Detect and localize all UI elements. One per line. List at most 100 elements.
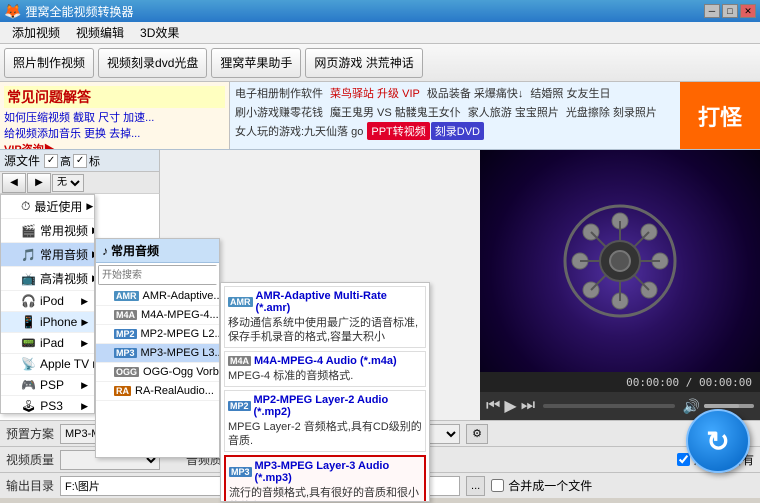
banner-dvd[interactable]: 刻录DVD <box>431 122 484 140</box>
faq-link-2[interactable]: 给视频添加音乐 更换 去掉... <box>4 126 225 142</box>
detail-mp3-badge: MP3 <box>229 467 252 477</box>
menu-add-video[interactable]: 添加视频 <box>4 22 68 43</box>
menu-video-edit[interactable]: 视频编辑 <box>68 22 132 43</box>
checkbox-high[interactable]: ✓ <box>44 154 58 168</box>
toolbar-apple-helper[interactable]: 狸窝苹果助手 <box>211 48 301 78</box>
play-button[interactable]: ▶ <box>504 396 516 416</box>
detail-mp2-title: MP2-MPEG Layer-2 Audio (*.mp2) <box>254 394 422 418</box>
nav-next[interactable]: ▶ <box>27 173 51 193</box>
progress-bar[interactable] <box>543 404 674 408</box>
banner-ad-0[interactable]: 电子相册制作软件 <box>232 84 326 102</box>
ipad-icon: 📟 <box>21 336 36 350</box>
ps3-icon: 🕹 <box>21 399 36 413</box>
detail-mp2[interactable]: MP2 MP2-MPEG Layer-2 Audio (*.mp2) MPEG … <box>224 390 426 452</box>
device-ipod[interactable]: 🎧 iPod ▶ <box>1 291 94 312</box>
merge-section: 合并成一个文件 <box>491 477 592 494</box>
source-file-label: 源文件 <box>4 152 40 169</box>
format-mp2[interactable]: MP2 MP2-MPEG L2... <box>96 325 219 344</box>
volume-icon[interactable]: 🔊 <box>683 398 700 415</box>
toolbar-photo-video[interactable]: 照片制作视频 <box>4 48 94 78</box>
detail-m4a[interactable]: M4A M4A-MPEG-4 Audio (*.m4a) MPEG-4 标准的音… <box>224 351 426 387</box>
audio-icon: 🎵 <box>21 248 36 262</box>
banner-ad-4[interactable]: 刷小游戏赚零花钱 <box>232 103 326 121</box>
faq-title: 常见问题解答 <box>4 86 225 108</box>
maximize-button[interactable]: □ <box>722 4 738 18</box>
nav-prev[interactable]: ◀ <box>2 173 26 193</box>
standard-label: 标 <box>89 153 100 169</box>
chevron-right-icon-5: ▶ <box>81 296 88 307</box>
play-prev-button[interactable]: ⏮ <box>486 397 500 415</box>
app-icon: 🦊 <box>4 3 21 20</box>
ogg-badge: OGG <box>114 367 139 377</box>
close-button[interactable]: ✕ <box>740 4 756 18</box>
banner-ad-6[interactable]: 家人旅游 宝宝照片 <box>465 103 562 121</box>
detail-amr-title: AMR-Adaptive Multi-Rate (*.amr) <box>256 290 423 314</box>
merge-checkbox[interactable] <box>491 479 504 492</box>
chevron-right-icon-9: ▶ <box>81 380 88 391</box>
banner-ppt-video[interactable]: PPT转视频 <box>367 122 429 140</box>
detail-m4a-desc: MPEG-4 标准的音频格式. <box>228 369 422 383</box>
device-common-audio[interactable]: 🎵 常用音频 ▶ <box>1 243 94 267</box>
apply-all-checkbox[interactable] <box>677 453 690 466</box>
banner-game-ad[interactable]: 打怪 <box>680 82 760 149</box>
banner-area: 常见问题解答 如何压缩视频 截取 尺寸 加速... 给视频添加音乐 更换 去掉.… <box>0 82 760 150</box>
checkbox-standard[interactable]: ✓ <box>73 154 87 168</box>
chevron-right-icon-6: ▶ <box>81 317 88 328</box>
detail-mp3[interactable]: MP3 MP3-MPEG Layer-3 Audio (*.mp3) 流行的音频… <box>224 455 426 502</box>
device-ps3[interactable]: 🕹 PS3 ▶ <box>1 396 94 414</box>
m4a-badge: M4A <box>114 310 137 320</box>
format-amr[interactable]: AMR AMR-Adaptive... <box>96 287 219 306</box>
menu-3d-effect[interactable]: 3D效果 <box>132 22 187 43</box>
device-recent[interactable]: ⏱ 最近使用 ▶ <box>1 195 94 219</box>
banner-ad-5[interactable]: 魔王鬼男 VS 骷髅鬼王女仆 <box>327 103 464 121</box>
format-m4a[interactable]: M4A M4A-MPEG-4... <box>96 306 219 325</box>
source-file-bar: 源文件 ✓ 高 ✓ 标 <box>0 150 160 172</box>
format-search-input[interactable] <box>99 266 220 284</box>
banner-ad-2[interactable]: 极品装备 采爆痛快↓ <box>424 84 527 102</box>
banner-ad-8[interactable]: 女人玩的游戏:九天仙落 go <box>232 122 366 140</box>
format-ra[interactable]: RA RA-RealAudio... <box>96 382 219 401</box>
mp2-badge: MP2 <box>114 329 137 339</box>
detail-m4a-title: M4A-MPEG-4 Audio (*.m4a) <box>254 355 397 367</box>
device-ipad[interactable]: 📟 iPad ▶ <box>1 333 94 354</box>
film-reel-icon <box>560 201 680 321</box>
device-appletv[interactable]: 📡 Apple TV ▶ <box>1 354 94 375</box>
time-display-bar: 00:00:00 / 00:00:00 <box>480 372 760 392</box>
amr-badge: AMR <box>114 291 139 301</box>
device-hd-video[interactable]: 📺 高清视频 ▶ <box>1 267 94 291</box>
convert-arrow-icon: ↻ <box>706 425 729 458</box>
toolbar-dvd-burn[interactable]: 视频刻录dvd光盘 <box>98 48 207 78</box>
device-psp[interactable]: 🎮 PSP ▶ <box>1 375 94 396</box>
format-mp3[interactable]: MP3 MP3-MPEG L3... <box>96 344 219 363</box>
preview-screen <box>480 150 760 372</box>
play-next-button[interactable]: ⏭ <box>521 397 535 415</box>
view-select[interactable]: 无 <box>52 174 84 192</box>
device-iphone[interactable]: 📱 iPhone ▶ <box>1 312 94 333</box>
detail-m4a-badge: M4A <box>228 356 251 366</box>
detail-amr-desc: 移动通信系统中使用最广泛的语音标准,保存手机录音的格式,容量大积小 <box>228 316 422 344</box>
banner-ad-3[interactable]: 结婚照 女友生日 <box>527 84 613 102</box>
detail-amr[interactable]: AMR AMR-Adaptive Multi-Rate (*.amr) 移动通信… <box>224 286 426 348</box>
convert-button[interactable]: ↻ <box>686 409 750 473</box>
faq-vip[interactable]: VIP咨询▶ <box>4 142 225 150</box>
toolbar: 照片制作视频 视频刻录dvd光盘 狸窝苹果助手 网页游戏 洪荒神话 <box>0 44 760 82</box>
preset-settings-btn[interactable]: ⚙ <box>466 424 488 444</box>
faq-links: 如何压缩视频 截取 尺寸 加速... 给视频添加音乐 更换 去掉... VIP咨… <box>4 110 225 150</box>
banner-ad-7[interactable]: 光盘擦除 刻录照片 <box>563 103 660 121</box>
faq-link-1[interactable]: 如何压缩视频 截取 尺寸 加速... <box>4 110 225 126</box>
app-wrapper: 🦊 狸窝全能视频转换器 ─ □ ✕ 添加视频 视频编辑 3D效果 照片制作视频 … <box>0 0 760 503</box>
banner-ad-1[interactable]: 菜鸟驿站 升级 VIP <box>327 84 423 102</box>
detail-mp3-header: MP3 MP3-MPEG Layer-3 Audio (*.mp3) <box>229 460 421 484</box>
minimize-button[interactable]: ─ <box>704 4 720 18</box>
ipod-icon: 🎧 <box>21 294 36 308</box>
detail-m4a-header: M4A M4A-MPEG-4 Audio (*.m4a) <box>228 355 422 367</box>
device-common-video[interactable]: 🎬 常用视频 ▶ <box>1 219 94 243</box>
browse-output-btn[interactable]: ... <box>466 476 485 496</box>
toolbar-web-game[interactable]: 网页游戏 洪荒神话 <box>305 48 422 78</box>
detail-amr-header: AMR AMR-Adaptive Multi-Rate (*.amr) <box>228 290 422 314</box>
banner-faq: 常见问题解答 如何压缩视频 截取 尺寸 加速... 给视频添加音乐 更换 去掉.… <box>0 82 230 149</box>
format-ogg[interactable]: OGG OGG-Ogg Vorbis <box>96 363 219 382</box>
volume-bar[interactable] <box>704 404 754 408</box>
detail-mp2-desc: MPEG Layer-2 音频格式,具有CD级别的音质. <box>228 420 422 448</box>
quality-checkboxes: ✓ 高 ✓ 标 <box>44 153 100 169</box>
